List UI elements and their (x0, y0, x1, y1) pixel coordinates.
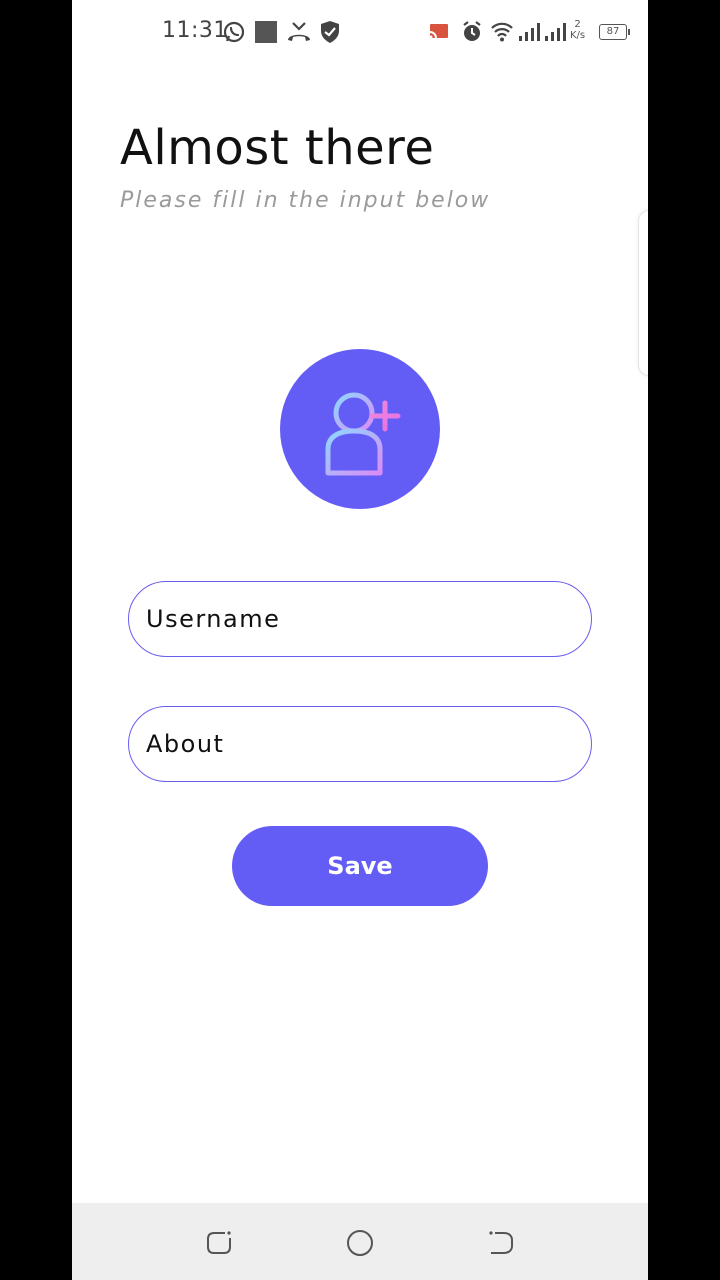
save-button[interactable]: Save (232, 826, 488, 906)
edge-panel-handle[interactable] (638, 210, 648, 376)
avatar-picker[interactable] (280, 349, 440, 509)
network-speed: 2 K/s (570, 19, 585, 41)
username-input[interactable] (128, 581, 592, 657)
navigation-bar (72, 1203, 648, 1280)
battery-icon: 87 (599, 24, 630, 40)
wifi-icon (491, 22, 513, 42)
back-icon[interactable] (487, 1229, 515, 1257)
whatsapp-icon (223, 21, 245, 43)
page-subtitle: Please fill in the input below (120, 188, 491, 213)
network-speed-value: 2 (574, 19, 581, 30)
home-icon[interactable] (346, 1229, 374, 1257)
status-bar: 11:31 2 K/s 87 (72, 0, 648, 64)
cast-icon (429, 24, 448, 39)
network-speed-unit: K/s (570, 30, 586, 41)
screen: 11:31 2 K/s 87 Almost there Please fill … (72, 0, 648, 1280)
signal-icon (519, 23, 540, 41)
square-notification-icon (255, 21, 277, 43)
signal-icon (545, 23, 566, 41)
missed-call-icon (288, 22, 310, 41)
shield-icon (321, 21, 339, 43)
recent-apps-icon[interactable] (205, 1229, 233, 1257)
add-user-icon (325, 392, 401, 476)
status-time: 11:31 (162, 18, 228, 43)
alarm-icon (463, 21, 481, 41)
page-title: Almost there (120, 120, 435, 176)
about-input[interactable] (128, 706, 592, 782)
